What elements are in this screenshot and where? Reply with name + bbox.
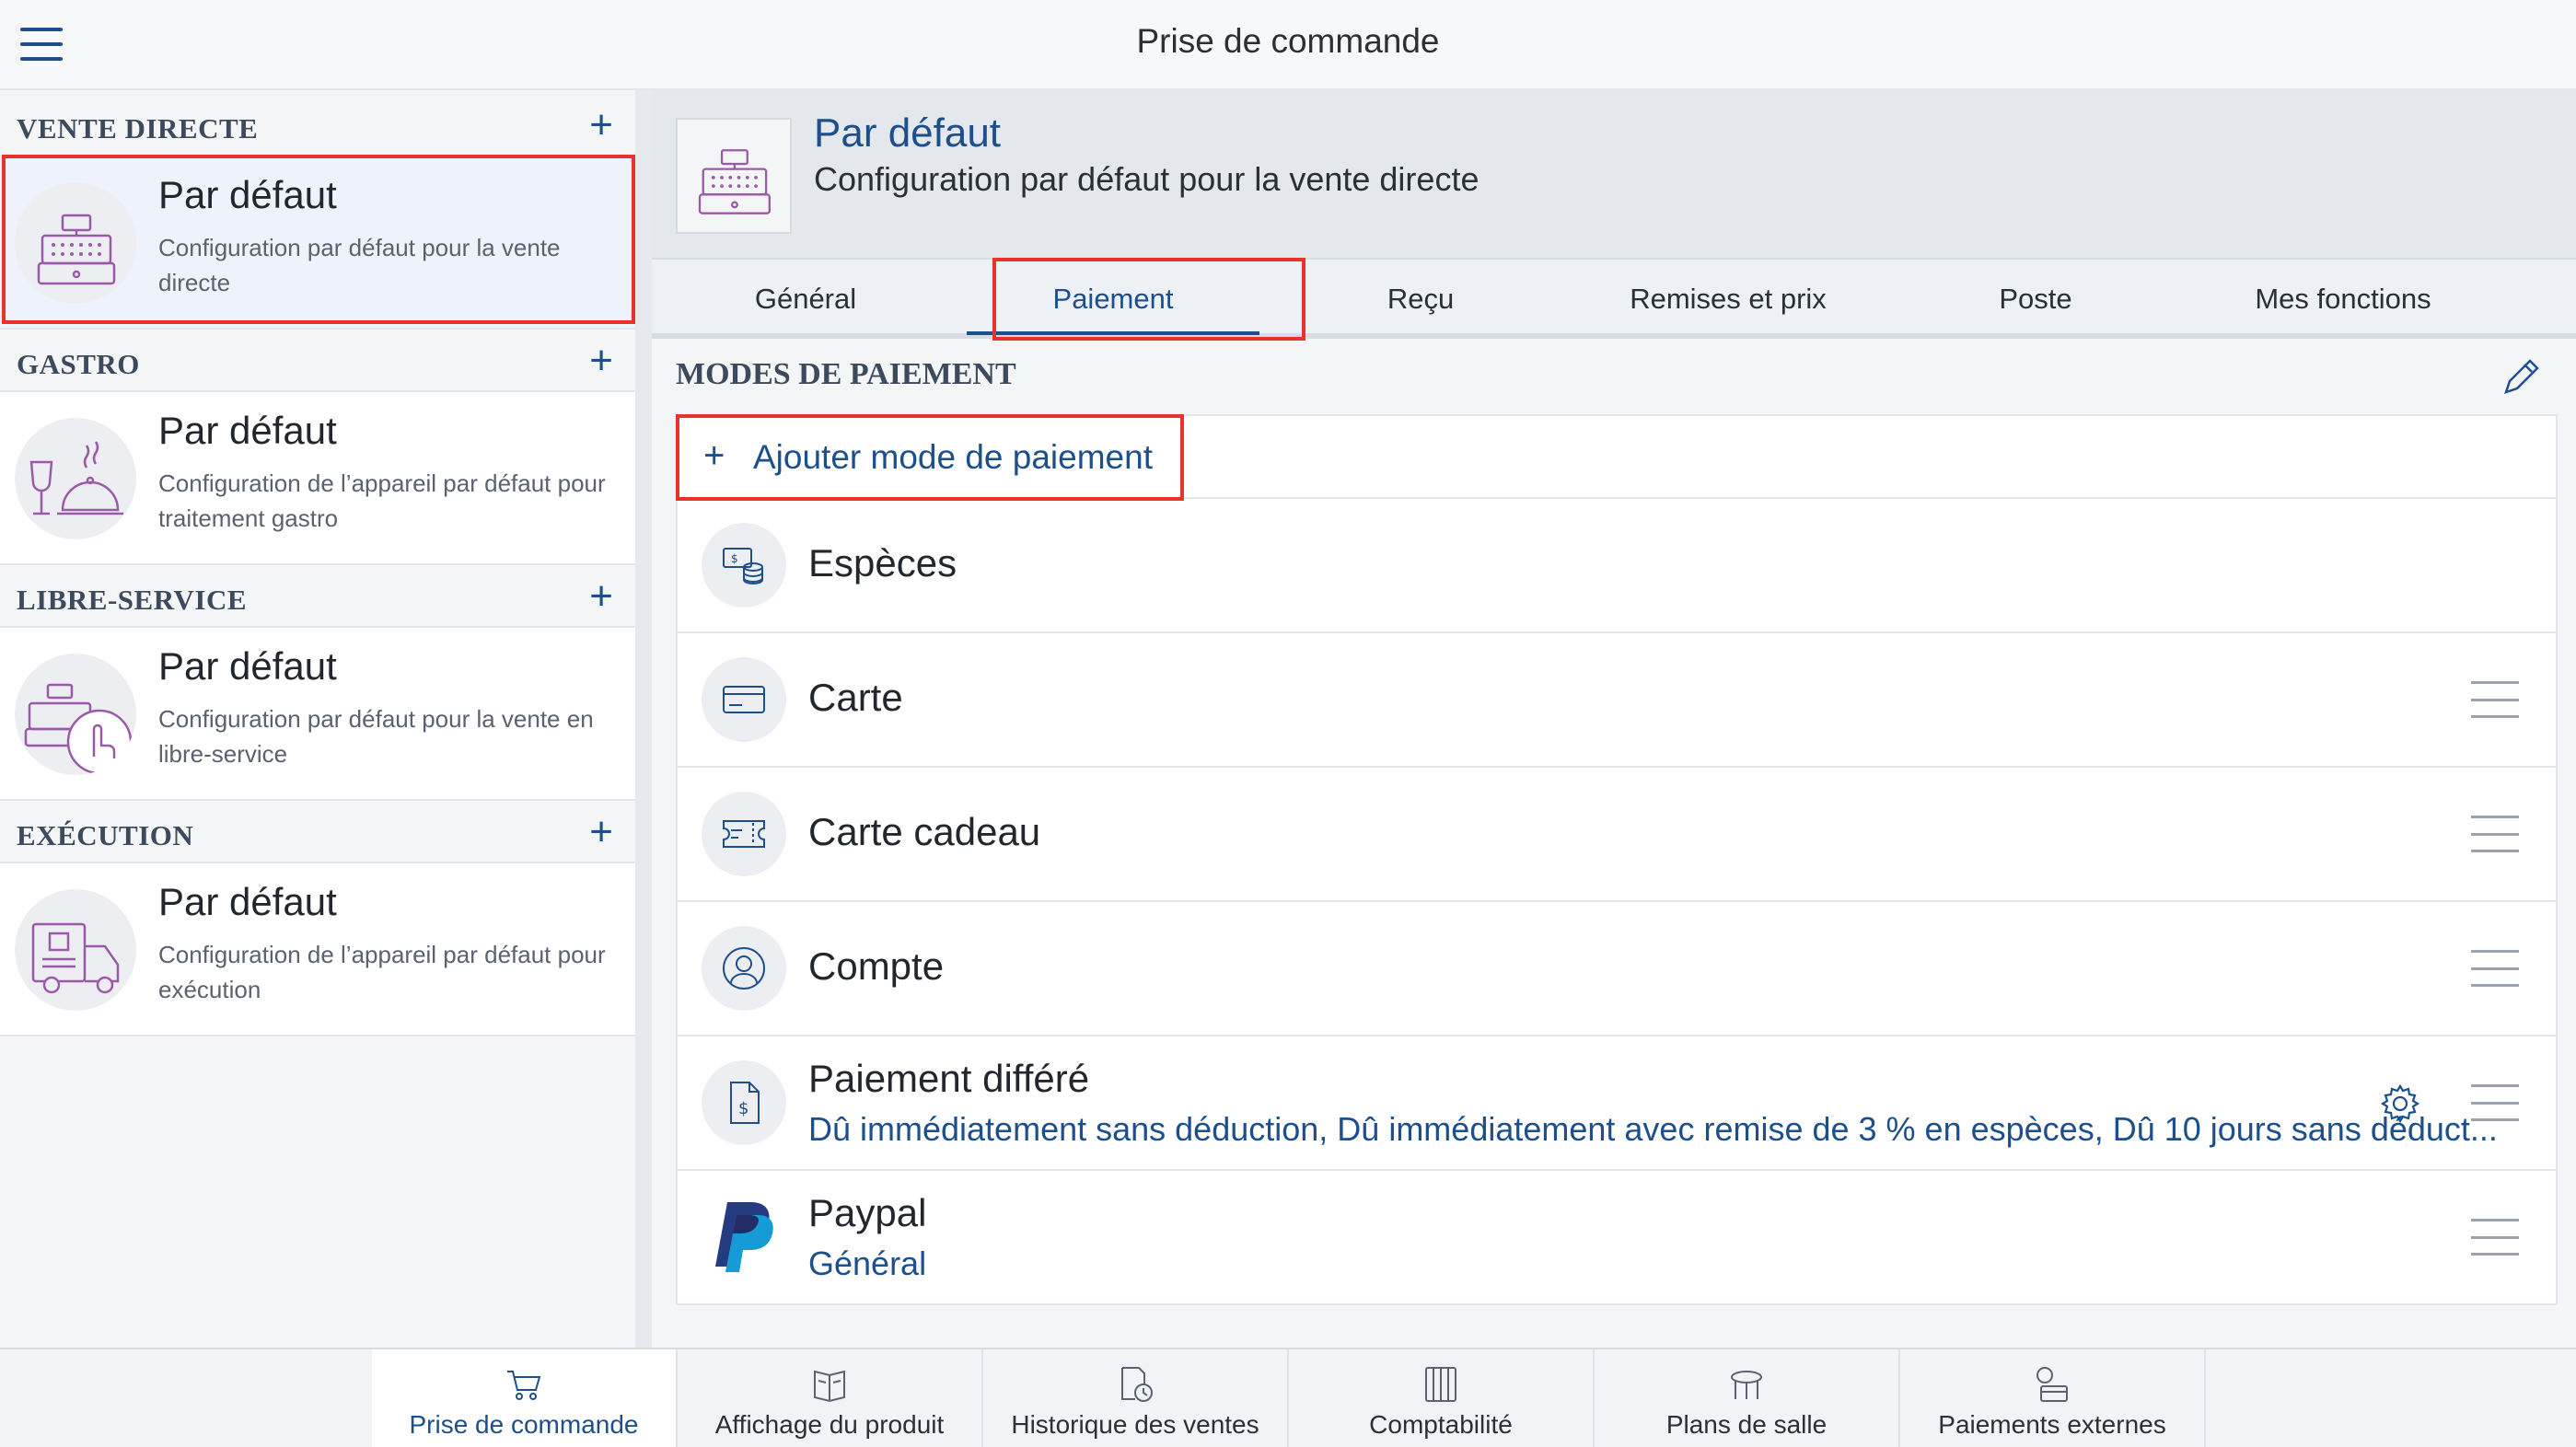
payment-mode-paypal[interactable]: Paypal Général (678, 1171, 2556, 1305)
page-title: Prise de commande (1136, 22, 1440, 60)
tab-bar: Général Paiement Reçu Remises et prix Po… (652, 258, 2576, 339)
config-header: Par défaut Configuration par défaut pour… (652, 90, 2576, 258)
shopping-cart-icon (507, 1371, 541, 1400)
payment-mode-name: Carte cadeau (808, 810, 1041, 853)
external-payments-icon (2036, 1367, 2068, 1402)
add-payment-mode-label: Ajouter mode de paiement (753, 438, 1153, 476)
nav-plans-de-salle[interactable]: Plans de salle (1595, 1349, 1900, 1447)
section-header-gastro: GASTRO + (0, 331, 635, 392)
card-title: Par défaut (158, 173, 337, 216)
drag-handle-icon[interactable] (2471, 1084, 2519, 1121)
payment-mode-carte[interactable]: Carte (678, 633, 2556, 768)
sales-history-icon (1121, 1367, 1153, 1402)
svg-text:$: $ (731, 552, 738, 565)
card-title: Par défaut (158, 644, 337, 688)
delivery-truck-icon (15, 889, 136, 1011)
section-header-vente-directe: VENTE DIRECTE + (0, 96, 635, 156)
config-card-execution[interactable]: Par défaut Configuration de l’appareil p… (0, 863, 635, 1036)
config-title: Par défaut (814, 110, 1002, 156)
tab-remises-et-prix[interactable]: Remises et prix (1574, 260, 1882, 335)
payment-mode-carte-cadeau[interactable]: Carte cadeau (678, 768, 2556, 902)
cash-register-icon (676, 118, 792, 234)
payment-mode-compte[interactable]: Compte (678, 902, 2556, 1036)
gear-icon[interactable] (2379, 1082, 2421, 1125)
svg-text:$: $ (738, 1099, 748, 1118)
drag-handle-icon[interactable] (2471, 950, 2519, 987)
payment-mode-name: Compte (808, 944, 945, 988)
nav-label: Affichage du produit (714, 1410, 945, 1439)
tab-recu[interactable]: Reçu (1267, 260, 1574, 335)
section-label: GASTRO (17, 348, 140, 380)
card-title: Par défaut (158, 880, 337, 923)
paypal-logo (702, 1195, 786, 1279)
config-card-libre-service[interactable]: Par défaut Configuration par défaut pour… (0, 628, 635, 801)
drag-handle-icon[interactable] (2471, 1219, 2519, 1256)
add-execution-button[interactable]: + (589, 812, 613, 852)
config-subtitle: Configuration par défaut pour la vente d… (814, 160, 1479, 198)
wine-cloche-icon (15, 418, 136, 539)
section-header-execution: EXÉCUTION + (0, 803, 635, 863)
nav-label: Historique des ventes (1011, 1410, 1259, 1439)
card-description: Configuration de l’appareil par défaut p… (158, 941, 606, 1003)
nav-affichage-du-produit[interactable]: Affichage du produit (678, 1349, 983, 1447)
account-user-icon (702, 926, 786, 1011)
accounting-icon (1425, 1367, 1456, 1402)
payment-mode-especes[interactable]: $ Espèces (678, 499, 2556, 633)
add-libre-service-button[interactable]: + (589, 576, 613, 617)
payment-mode-detail: Général (808, 1244, 927, 1282)
section-label: VENTE DIRECTE (17, 112, 259, 145)
payment-modes-list: + Ajouter mode de paiement $ Espèces Car… (676, 414, 2558, 1305)
cash-coins-icon: $ (702, 523, 786, 608)
card-description: Configuration par défaut pour la vente e… (158, 705, 594, 768)
payment-mode-name: Carte (808, 676, 903, 719)
section-label: LIBRE-SERVICE (17, 584, 248, 616)
plus-icon: + (703, 435, 725, 476)
gift-card-icon (702, 792, 786, 876)
nav-label: Comptabilité (1369, 1410, 1513, 1439)
add-vente-directe-button[interactable]: + (589, 105, 613, 145)
tab-mes-fonctions[interactable]: Mes fonctions (2189, 260, 2497, 335)
bottom-nav-spacer (2206, 1349, 2576, 1447)
section-label: EXÉCUTION (17, 819, 194, 851)
nav-historique-des-ventes[interactable]: Historique des ventes (983, 1349, 1289, 1447)
bottom-navigation: Prise de commande Affichage du produit H… (0, 1348, 2576, 1447)
section-title: MODES DE PAIEMENT (676, 357, 1016, 391)
payment-mode-paiement-differe[interactable]: $ Paiement différé Dû immédiatement sans… (678, 1036, 2556, 1171)
main-panel: Par défaut Configuration par défaut pour… (652, 90, 2576, 1349)
card-description: Configuration de l’appareil par défaut p… (158, 469, 606, 532)
nav-comptabilite[interactable]: Comptabilité (1289, 1349, 1595, 1447)
nav-label: Prise de commande (409, 1410, 639, 1439)
product-display-icon (814, 1370, 845, 1403)
payment-mode-name: Espèces (808, 541, 957, 585)
add-payment-mode-button[interactable]: + Ajouter mode de paiement (678, 416, 2556, 499)
nav-paiements-externes[interactable]: Paiements externes (1900, 1349, 2206, 1447)
pencil-icon[interactable] (2499, 355, 2543, 399)
config-card-gastro[interactable]: Par défaut Configuration de l’appareil p… (0, 392, 635, 565)
nav-label: Plans de salle (1665, 1410, 1828, 1439)
card-title: Par défaut (158, 409, 337, 452)
drag-handle-icon[interactable] (2471, 681, 2519, 718)
bottom-nav-spacer (0, 1349, 372, 1447)
cash-register-icon (15, 182, 136, 304)
tab-general[interactable]: Général (652, 260, 959, 335)
sidebar-divider[interactable] (635, 90, 652, 1349)
table-plan-icon (1731, 1371, 1762, 1399)
self-service-register-icon (15, 654, 136, 775)
payment-mode-name: Paiement différé (808, 1057, 1090, 1100)
drag-handle-icon[interactable] (2471, 816, 2519, 852)
invoice-dollar-icon: $ (702, 1060, 786, 1145)
nav-label: Paiements externes (1938, 1410, 2166, 1439)
card-description: Configuration par défaut pour la vente d… (158, 234, 561, 296)
nav-prise-de-commande[interactable]: Prise de commande (372, 1349, 678, 1447)
payment-mode-name: Paypal (808, 1191, 927, 1234)
tab-poste[interactable]: Poste (1882, 260, 2189, 335)
top-bar: Prise de commande (0, 0, 2576, 90)
add-gastro-button[interactable]: + (589, 341, 613, 381)
credit-card-icon (702, 657, 786, 742)
payment-terms-summary: Dû immédiatement sans déduction, Dû immé… (808, 1110, 2498, 1148)
config-card-vente-directe[interactable]: Par défaut Configuration par défaut pour… (0, 156, 635, 330)
section-header-libre-service: LIBRE-SERVICE + (0, 567, 635, 628)
tab-paiement[interactable]: Paiement (959, 260, 1267, 335)
